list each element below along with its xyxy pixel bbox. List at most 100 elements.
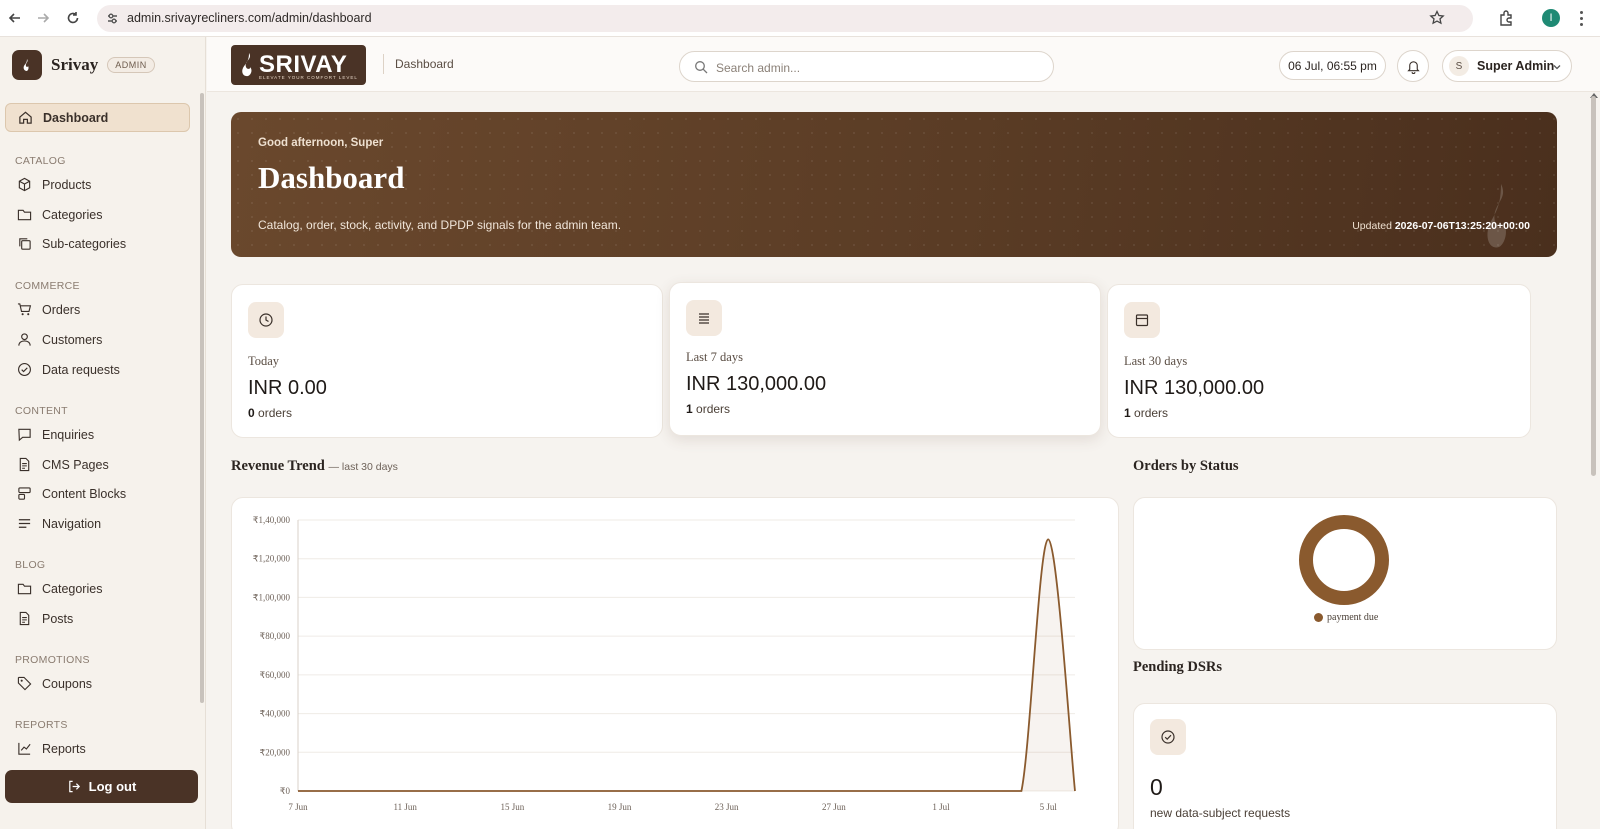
sidebar-item-navigation[interactable]: Navigation (5, 509, 190, 538)
sidebar-item-label: Coupons (42, 676, 93, 691)
url-text: admin.srivayrecliners.com/admin/dashboar… (127, 11, 372, 25)
sidebar: Srivay ADMIN Dashboard CATALOG Products … (0, 37, 206, 829)
datetime-pill: 06 Jul, 06:55 pm (1279, 51, 1386, 80)
dsr-label: new data-subject requests (1150, 806, 1291, 820)
forward-icon[interactable] (33, 8, 53, 28)
logout-label: Log out (88, 779, 137, 794)
sidebar-scrollbar[interactable] (200, 93, 204, 703)
sidebar-item-content-blocks[interactable]: Content Blocks (5, 479, 190, 508)
stat-card-30-days: Last 30 days INR 130,000.00 1 orders (1107, 284, 1531, 438)
search-icon (695, 61, 708, 74)
stat-count: 0 (248, 406, 255, 420)
message-icon (18, 428, 31, 442)
revenue-line (297, 538, 1076, 792)
brand[interactable]: Srivay ADMIN (12, 50, 155, 80)
x-tick-label: 19 Jun (608, 802, 632, 812)
revenue-trend-title: Revenue Trend — last 30 days (231, 458, 398, 475)
address-bar[interactable]: admin.srivayrecliners.com/admin/dashboar… (97, 5, 1473, 32)
hero-banner: Good afternoon, Super Dashboard Catalog,… (231, 112, 1557, 257)
user-menu[interactable]: S Super Admin (1442, 50, 1572, 82)
document-icon (19, 611, 30, 626)
sidebar-item-orders[interactable]: Orders (5, 295, 190, 324)
sidebar-item-label: Enquiries (42, 427, 95, 442)
breadcrumb: Dashboard (383, 54, 454, 74)
stat-unit: orders (1134, 406, 1169, 420)
sidebar-item-label: Categories (42, 207, 103, 222)
cart-icon (17, 303, 32, 316)
search-box[interactable] (679, 51, 1054, 82)
search-input[interactable] (716, 58, 1036, 77)
stat-count: 1 (1124, 406, 1131, 420)
x-tick-label: 15 Jun (500, 802, 524, 812)
sidebar-item-enquiries[interactable]: Enquiries (5, 420, 190, 449)
stat-value: INR 130,000.00 (1124, 377, 1265, 399)
pending-dsrs-title: Pending DSRs (1133, 659, 1223, 675)
srivay-wordmark-logo[interactable]: SRIVAY ELEVATE YOUR COMFORT LEVEL (231, 45, 366, 85)
sidebar-item-label: CMS Pages (42, 457, 109, 472)
sidebar-item-label: Customers (42, 332, 103, 347)
sidebar-item-coupons[interactable]: Coupons (5, 669, 190, 698)
sidebar-item-products[interactable]: Products (5, 170, 190, 199)
stat-unit: orders (258, 406, 293, 420)
sidebar-nav: Dashboard CATALOG Products Categories Su… (0, 99, 206, 799)
flame-watermark-icon (1487, 184, 1506, 248)
dsr-count: 0 (1150, 774, 1163, 800)
sidebar-item-label: Products (42, 177, 92, 192)
y-tick-label: ₹20,000 (260, 747, 291, 757)
revenue-title-text: Revenue Trend (231, 458, 325, 474)
brand-logo-icon (12, 50, 42, 80)
extensions-icon[interactable] (1497, 9, 1515, 27)
browser-toolbar: admin.srivayrecliners.com/admin/dashboar… (0, 0, 1600, 37)
sidebar-item-data-requests[interactable]: Data requests (5, 355, 190, 384)
orders-status-card: payment due (1133, 497, 1557, 650)
sidebar-item-posts[interactable]: Posts (5, 604, 190, 633)
admin-badge: ADMIN (107, 57, 155, 73)
profile-avatar[interactable]: I (1542, 9, 1560, 27)
wordmark-text: SRIVAY (259, 51, 348, 78)
flame-icon (242, 53, 252, 77)
sidebar-item-blog-categories[interactable]: Categories (5, 574, 190, 603)
donut-slice-payment-due (1299, 515, 1389, 605)
sidebar-item-reports[interactable]: Reports (5, 734, 190, 763)
browser-menu-icon[interactable] (1576, 9, 1586, 27)
sidebar-item-customers[interactable]: Customers (5, 325, 190, 354)
updated-label: Updated (1352, 220, 1392, 232)
sidebar-item-subcategories[interactable]: Sub-categories (5, 229, 190, 258)
revenue-subtitle: — last 30 days (328, 461, 398, 473)
sidebar-item-label: Dashboard (43, 110, 109, 125)
section-reports: REPORTS (15, 719, 68, 731)
reload-icon[interactable] (63, 8, 83, 28)
sidebar-item-label: Content Blocks (42, 486, 127, 501)
orders-by-status-title: Orders by Status (1133, 458, 1239, 474)
stat-orders: 0 orders (248, 406, 292, 420)
stat-count: 1 (686, 402, 693, 416)
sidebar-item-cms-pages[interactable]: CMS Pages (5, 450, 190, 479)
site-settings-icon[interactable] (105, 11, 120, 26)
bookmark-star-icon[interactable] (1429, 10, 1445, 26)
folder-icon (17, 209, 32, 221)
logout-button[interactable]: Log out (5, 770, 198, 803)
document-icon (19, 457, 30, 472)
legend-label: payment due (1327, 612, 1379, 623)
sidebar-item-label: Data requests (42, 362, 120, 377)
wordmark-tagline: ELEVATE YOUR COMFORT LEVEL (259, 75, 358, 80)
greeting: Good afternoon, Super (258, 137, 384, 149)
legend-swatch (1314, 613, 1323, 622)
check-circle-icon (18, 363, 31, 376)
back-icon[interactable] (5, 8, 25, 28)
pending-dsr-card: 0 new data-subject requests (1133, 703, 1557, 829)
check-circle-icon (1150, 719, 1186, 755)
sidebar-item-dashboard[interactable]: Dashboard (5, 103, 190, 132)
x-tick-label: 27 Jun (822, 802, 846, 812)
notifications-button[interactable] (1397, 50, 1429, 82)
stat-unit: orders (696, 402, 731, 416)
user-icon (18, 333, 31, 346)
box-icon (18, 177, 31, 192)
stat-value: INR 130,000.00 (686, 373, 827, 395)
top-bar: SRIVAY ELEVATE YOUR COMFORT LEVEL Dashbo… (207, 37, 1600, 92)
main-scrollbar[interactable] (1591, 96, 1596, 476)
stat-label: Today (248, 354, 280, 368)
sidebar-item-categories[interactable]: Categories (5, 200, 190, 229)
y-tick-label: ₹1,00,000 (253, 592, 291, 602)
x-tick-label: 11 Jun (393, 802, 417, 812)
